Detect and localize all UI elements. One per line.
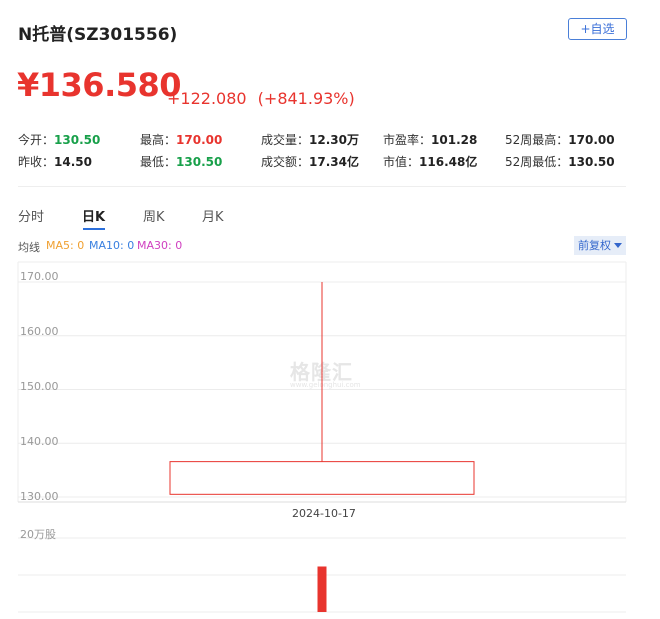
y-tick-label: 140.00 (20, 435, 59, 448)
x-date-label: 2024-10-17 (292, 507, 356, 520)
y-tick-label: 150.00 (20, 380, 59, 393)
volume-bar (317, 566, 327, 612)
kline-chart (17, 261, 627, 613)
y-tick-label: 170.00 (20, 270, 59, 283)
candle-body (169, 461, 475, 495)
y-tick-label: 130.00 (20, 490, 59, 503)
volume-axis-label: 20万股 (20, 528, 56, 541)
y-tick-label: 160.00 (20, 325, 59, 338)
